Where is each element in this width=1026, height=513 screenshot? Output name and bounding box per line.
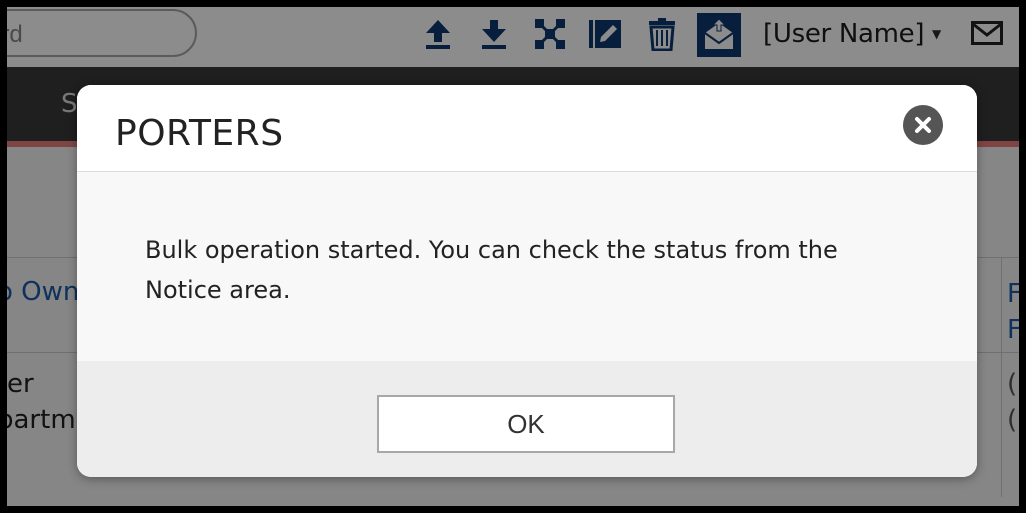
dialog-header: PORTERS (77, 85, 977, 172)
ok-button[interactable]: OK (377, 395, 675, 453)
dialog-body: Bulk operation started. You can check th… (77, 172, 977, 361)
close-button[interactable] (903, 105, 943, 145)
notice-dialog: PORTERS Bulk operation started. You can … (77, 85, 977, 477)
dialog-title: PORTERS (115, 113, 284, 154)
app-window: eeword (7, 7, 1019, 506)
dialog-footer: OK (77, 361, 977, 477)
close-icon (915, 117, 931, 133)
dialog-message: Bulk operation started. You can check th… (145, 236, 838, 304)
